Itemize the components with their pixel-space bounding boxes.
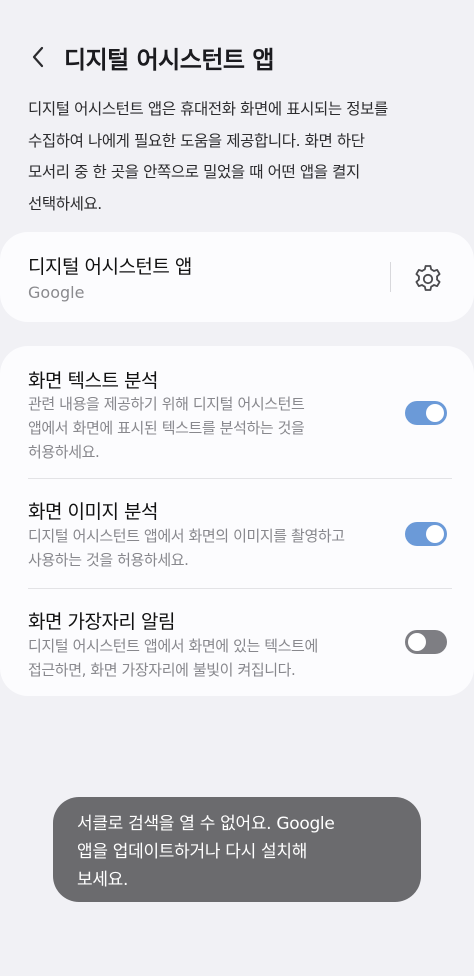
assistant-app-value: Google (28, 283, 85, 302)
toast-line: 서클로 검색을 열 수 없어요. Google (77, 814, 335, 834)
setting-description-line: 사용하는 것을 허용하세요. (28, 551, 189, 569)
toggle-knob (408, 633, 426, 651)
toggle-knob (426, 525, 444, 543)
chevron-left-icon (32, 46, 44, 68)
assistant-app-card[interactable]: 디지털 어시스턴트 앱 Google (0, 232, 474, 322)
setting-title: 화면 텍스트 분석 (28, 370, 158, 392)
setting-description-line: 디지털 어시스턴트 앱에서 화면의 이미지를 촬영하고 (28, 527, 345, 545)
setting-description: 관련 내용을 제공하기 위해 디지털 어시스턴트 앱에서 화면에 표시된 텍스트… (28, 392, 388, 464)
setting-description-line: 디지털 어시스턴트 앱에서 화면에 있는 텍스트에 (28, 637, 318, 655)
toast-message: 서클로 검색을 열 수 없어요. Google 앱을 업데이트하거나 다시 설치… (53, 797, 421, 902)
setting-description-line: 앱에서 화면에 표시된 텍스트를 분석하는 것을 (28, 419, 305, 437)
app-header: 디지털 어시스턴트 앱 (0, 30, 474, 84)
setting-description: 디지털 어시스턴트 앱에서 화면의 이미지를 촬영하고 사용하는 것을 허용하세… (28, 524, 388, 572)
description-line: 선택하세요. (28, 194, 102, 213)
setting-row-image-analysis[interactable]: 화면 이미지 분석 디지털 어시스턴트 앱에서 화면의 이미지를 촬영하고 사용… (0, 479, 474, 588)
page-title: 디지털 어시스턴트 앱 (64, 45, 274, 74)
description-line: 모서리 중 한 곳을 안쪽으로 밀었을 때 어떤 앱을 켤지 (28, 163, 360, 181)
toast-line: 보세요. (77, 870, 129, 890)
page-description: 디지털 어시스턴트 앱은 휴대전화 화면에 표시되는 정보를 수집하여 나에게 … (28, 94, 454, 220)
setting-row-edge-lighting[interactable]: 화면 가장자리 알림 디지털 어시스턴트 앱에서 화면에 있는 텍스트에 접근하… (0, 589, 474, 696)
image-analysis-toggle[interactable] (405, 522, 447, 546)
gear-icon (415, 265, 441, 291)
description-line: 디지털 어시스턴트 앱은 휴대전화 화면에 표시되는 정보를 (28, 100, 388, 118)
back-button[interactable] (18, 35, 58, 79)
analysis-settings-card: 화면 텍스트 분석 관련 내용을 제공하기 위해 디지털 어시스턴트 앱에서 화… (0, 346, 474, 696)
setting-description-line: 관련 내용을 제공하기 위해 디지털 어시스턴트 (28, 395, 305, 413)
setting-title: 화면 가장자리 알림 (28, 611, 175, 633)
toggle-knob (426, 404, 444, 422)
edge-lighting-toggle[interactable] (405, 630, 447, 654)
description-line: 수집하여 나에게 필요한 도움을 제공합니다. 화면 하단 (28, 131, 365, 150)
toast-line: 앱을 업데이트하거나 다시 설치해 (77, 842, 308, 862)
setting-description: 디지털 어시스턴트 앱에서 화면에 있는 텍스트에 접근하면, 화면 가장자리에… (28, 634, 388, 682)
vertical-divider (390, 262, 391, 292)
assistant-settings-button[interactable] (410, 261, 446, 297)
text-analysis-toggle[interactable] (405, 401, 447, 425)
assistant-app-title: 디지털 어시스턴트 앱 (28, 256, 192, 278)
setting-title: 화면 이미지 분석 (28, 501, 158, 523)
setting-row-text-analysis[interactable]: 화면 텍스트 분석 관련 내용을 제공하기 위해 디지털 어시스턴트 앱에서 화… (0, 346, 474, 478)
setting-description-line: 허용하세요. (28, 443, 100, 461)
setting-description-line: 접근하면, 화면 가장자리에 불빛이 켜집니다. (28, 661, 296, 679)
